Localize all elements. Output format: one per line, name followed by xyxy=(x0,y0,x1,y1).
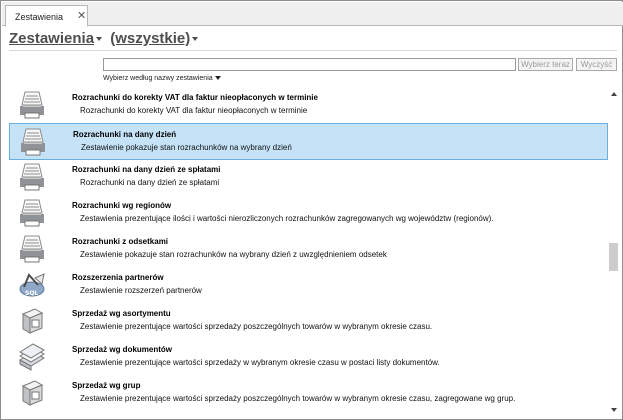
printer-icon xyxy=(17,162,47,192)
sql-icon: SQL xyxy=(17,270,47,300)
report-list: Rozrachunki do korekty VAT dla faktur ni… xyxy=(9,87,608,418)
list-item[interactable]: Rozrachunki na dany dzień Zestawienie pok… xyxy=(9,123,608,160)
scroll-up-icon[interactable] xyxy=(611,92,617,96)
printer-icon xyxy=(17,198,47,228)
row-title: Rozrachunki na dany dzień ze spłatami xyxy=(72,165,221,174)
list-item[interactable]: Rozrachunki na dany dzień ze spłatami Roz… xyxy=(9,159,608,196)
scroll-thumb[interactable] xyxy=(609,243,618,271)
row-description: Rozrachunki na dany dzień ze spłatami xyxy=(80,178,220,187)
list-item[interactable]: Rozrachunki wg regionów Zestawienia preze… xyxy=(9,195,608,232)
tab-label: Zestawienia xyxy=(15,12,64,22)
list-item[interactable]: Rozrachunki do korekty VAT dla faktur ni… xyxy=(9,87,608,124)
search-input[interactable] xyxy=(103,58,516,71)
box-icon xyxy=(17,378,47,408)
row-description: Zestawienie prezentujące wartości sprzed… xyxy=(80,322,433,331)
tab-bar: Zestawienia ✕ xyxy=(2,2,623,27)
printer-icon xyxy=(17,234,47,264)
row-description: Zestawienie pokazuje stan rozrachunków n… xyxy=(81,143,292,152)
list-item[interactable]: Sprzedaż wg asortymentu Zestawienie preze… xyxy=(9,303,608,340)
list-item[interactable]: Rozrachunki z odsetkami Zestawienie pokaz… xyxy=(9,231,608,268)
title-dropdown[interactable]: Zestawienia xyxy=(9,30,94,47)
clear-button[interactable]: Wyczyść xyxy=(576,58,617,71)
documents-icon xyxy=(17,342,47,372)
filter-dropdown[interactable]: (wszystkie) xyxy=(110,30,190,47)
row-description: Zestawienie pokazuje stan rozrachunków n… xyxy=(80,250,387,259)
sort-label: Wybierz według nazwy zestawienia xyxy=(103,75,213,82)
row-title: Sprzedaż wg grup xyxy=(72,381,141,390)
list-item[interactable]: SQL Rozszerzenia partnerów Zestawienie roz… xyxy=(9,267,608,304)
sort-dropdown[interactable]: Wybierz według nazwy zestawienia xyxy=(103,75,225,82)
row-title: Rozrachunki do korekty VAT dla faktur ni… xyxy=(72,93,318,102)
chevron-down-icon xyxy=(214,76,221,81)
row-description: Zestawienia prezentujące ilości i wartoś… xyxy=(80,214,494,223)
printer-icon xyxy=(18,127,48,157)
chevron-down-icon[interactable] xyxy=(96,37,103,42)
tab-zestawienia[interactable]: Zestawienia ✕ xyxy=(5,5,88,27)
row-title: Sprzedaż wg dokumentów xyxy=(72,345,173,354)
close-icon[interactable]: ✕ xyxy=(77,9,86,22)
chevron-down-icon[interactable] xyxy=(192,37,199,42)
window-frame: Zestawienia ✕ Zestawienia (wszystkie) Wy… xyxy=(0,0,623,420)
printer-icon xyxy=(17,90,47,120)
scroll-down-icon[interactable] xyxy=(611,408,617,412)
row-description: Rozrachunki do korekty VAT dla faktur ni… xyxy=(80,106,308,115)
list-item[interactable]: Sprzedaż wg grup Zestawienie prezentujące… xyxy=(9,375,608,412)
box-icon xyxy=(17,306,47,336)
vertical-scrollbar[interactable] xyxy=(608,87,621,418)
row-title: Rozrachunki na dany dzień xyxy=(73,130,177,139)
list-item[interactable]: Sprzedaż wg dokumentów Zestawienie prezen… xyxy=(9,339,608,376)
svg-text:SQL: SQL xyxy=(25,290,38,297)
divider xyxy=(9,50,617,51)
row-description: Zestawienie rozszerzeń partnerów xyxy=(80,286,202,295)
row-title: Sprzedaż wg asortymentu xyxy=(72,309,171,318)
page-title: Zestawienia (wszystkie) xyxy=(9,30,202,47)
row-title: Rozszerzenia partnerów xyxy=(72,273,164,282)
select-now-button[interactable]: Wybierz teraz xyxy=(518,58,573,71)
row-description: Zestawienie prezentujące wartości sprzed… xyxy=(80,358,440,367)
row-title: Rozrachunki wg regionów xyxy=(72,201,172,210)
row-description: Zestawienie prezentujące wartości sprzed… xyxy=(80,394,516,403)
row-title: Rozrachunki z odsetkami xyxy=(72,237,169,246)
